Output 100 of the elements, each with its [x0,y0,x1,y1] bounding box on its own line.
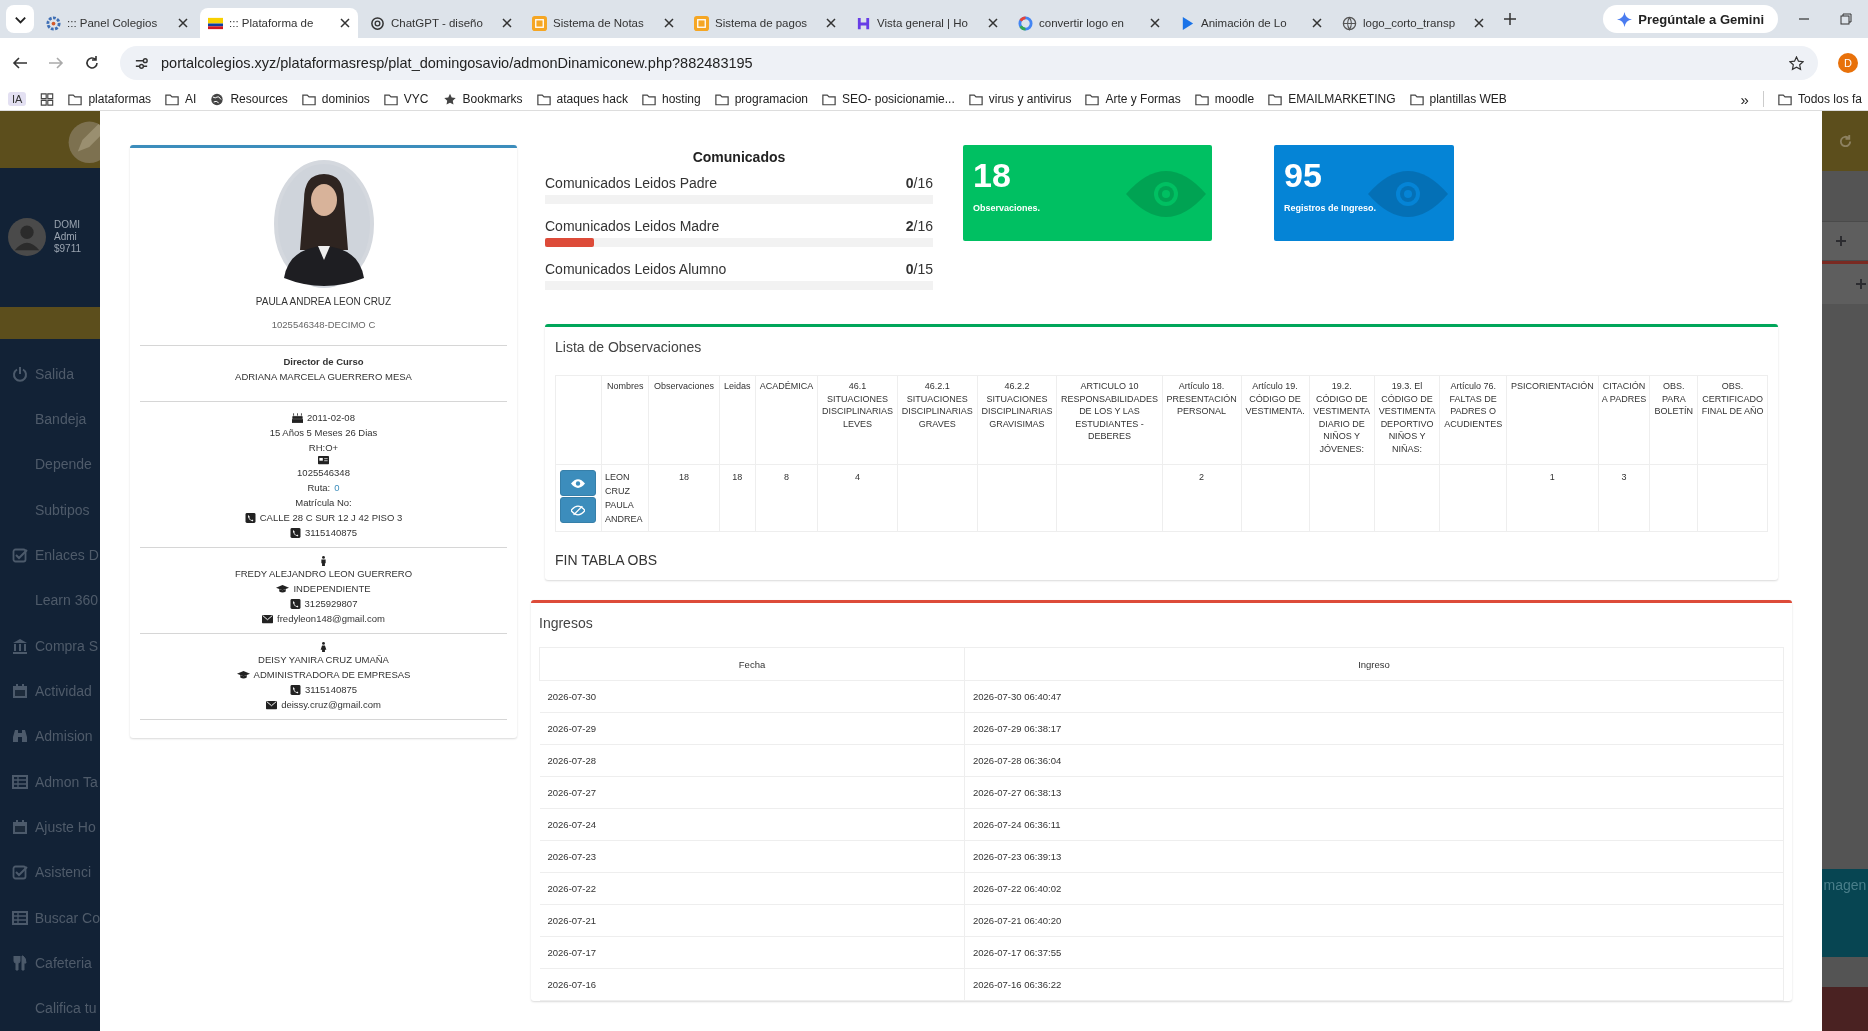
table-cell: 2026-07-21 [539,904,965,937]
bookmark-item[interactable]: plantillas WEB [1409,92,1507,106]
phone-number: 3125929807 [304,597,358,611]
bookmark-item[interactable]: AI [165,92,197,106]
bookmark-item[interactable]: plataformas [68,92,152,106]
bookmark-item[interactable]: moodle [1194,92,1255,106]
browser-tab[interactable]: convertir logo en [1010,8,1168,38]
browser-tab[interactable]: Animación de Lo [1172,8,1330,38]
bookmark-item[interactable]: Resources [210,92,288,106]
browser-tab[interactable]: ::: Panel Colegios [38,8,196,38]
apps-grid-icon[interactable] [40,92,55,106]
browser-tab[interactable]: Sistema de Notas [524,8,682,38]
phone-number: 3115140875 [304,683,358,697]
avatar-icon [8,218,46,257]
bookmark-item[interactable]: hosting [641,92,701,106]
close-icon[interactable] [340,18,350,28]
table-cell: 2026-07-30 [539,680,965,713]
bookmark-item[interactable]: VYC [383,92,429,106]
tab-title: Sistema de Notas [553,17,645,29]
table-cell: 2026-07-17 06:37:55 [964,936,1784,969]
close-icon[interactable] [1312,18,1322,28]
knot-icon [370,15,385,31]
globe-icon [1342,15,1357,31]
folder-icon [1194,92,1209,106]
section-title: Comunicados [691,149,787,165]
bookmark-item[interactable]: EMAILMARKETING [1268,92,1396,106]
bookmark-item[interactable]: ataques hack [536,92,628,106]
view-button[interactable] [560,470,597,496]
close-icon[interactable] [826,18,836,28]
eye-slash-icon [571,503,586,517]
close-icon[interactable] [1474,18,1484,28]
route-label: Ruta: [307,481,331,495]
bank-icon [12,637,28,654]
browser-tab[interactable]: ::: Plataforma de [200,8,358,38]
route-value: 0 [334,481,340,495]
bookmark-item[interactable]: dominios [301,92,370,106]
new-tab-icon[interactable] [1504,13,1516,25]
more-bookmarks-button[interactable]: » [1740,90,1749,108]
binoculars-icon [12,728,28,745]
tab-title: logo_corto_transp [1363,17,1457,29]
column-header: CITACIÓN A PADRES [1598,375,1650,465]
hide-button[interactable] [560,497,597,523]
tab-list-button[interactable] [6,5,34,33]
bookmark-item[interactable]: programacion [714,92,809,106]
column-header: Artículo 18. PRESENTACIÓN PERSONAL [1162,375,1242,465]
student-name: PAULA ANDREA LEON CRUZ [255,295,392,309]
occupation: ADMINISTRADORA DE EMPRESAS [253,668,411,682]
calendar-icon [12,819,28,835]
eye-icon [571,476,586,490]
stat-number: 95 [1284,155,1323,195]
bookmark-item[interactable]: Arte y Formas [1085,92,1181,106]
male-icon [318,556,329,566]
gemini-button[interactable]: Pregúntale a Gemini [1603,5,1778,33]
folder-icon [165,92,180,106]
browser-tab[interactable]: Vista general | Ho [848,8,1006,38]
column-header: Leidas [719,375,756,465]
address-field[interactable]: portalcolegios.xyz/plataformasresp/plat_domingosavio/admonDinamiconew.php?882483195 [120,46,1818,80]
close-icon[interactable] [988,18,998,28]
bookmark-folder[interactable]: Todos los fa [1777,92,1862,106]
phone-icon [289,684,301,695]
bookmark-item[interactable]: SEO- posicionamie... [822,92,955,106]
table-cell: 2026-07-24 06:36:11 [964,808,1784,841]
bookmark-item[interactable]: Bookmarks [442,92,523,106]
power-icon [12,365,28,382]
stat-label: Observaciones. [973,203,1042,213]
tab-title: ::: Panel Colegios [67,17,159,29]
director-heading: Director de Curso [283,355,364,369]
panel-text: magen [1823,877,1867,895]
ai-badge[interactable]: IA [8,92,27,106]
restore-icon[interactable] [1840,13,1852,25]
bookmark-star-icon[interactable] [1789,55,1804,71]
progress-label: Comunicados Leidos Alumno [545,261,727,277]
column-header: 46.2.2 SITUACIONES DISCIPLINARIAS GRAVISIMAS [977,375,1057,465]
bookmark-item[interactable]: virus y antivirus [968,92,1072,106]
column-header: ARTICULO 10 RESPONSABILIDADES DE LOS Y LAS ESTUDIANTES - DEBERES [1056,375,1163,465]
folder-icon [301,92,316,106]
table-cell: 2026-07-27 06:38:13 [964,776,1784,809]
graduation-cap-icon [236,669,250,680]
close-icon[interactable] [178,18,188,28]
browser-tab[interactable]: Sistema de pagos [686,8,844,38]
reload-icon[interactable] [84,55,100,71]
table-cell: 2026-07-23 06:39:13 [964,840,1784,873]
column-header: Nombres [601,375,649,465]
close-icon[interactable] [1150,18,1160,28]
browser-tab[interactable]: logo_corto_transp [1334,8,1492,38]
gear-icon [46,15,61,31]
table-cell: 2026-07-16 [539,968,965,1001]
progress-label: Comunicados Leidos Madre [545,218,720,234]
column-header: Observaciones [648,375,720,465]
table-cell: 2026-07-21 06:40:20 [964,904,1784,937]
stat-number: 18 [973,155,1012,195]
checkbox-icon [12,547,28,564]
folder-icon [714,92,729,106]
close-icon[interactable] [664,18,674,28]
student-id-course: 1025546348-DECIMO C [271,318,376,332]
back-arrow-icon[interactable] [12,55,28,71]
close-icon[interactable] [502,18,512,28]
table-cell: 18 [719,464,756,532]
folder-icon [1085,92,1100,106]
browser-tab[interactable]: ChatGPT - diseño [362,8,520,38]
